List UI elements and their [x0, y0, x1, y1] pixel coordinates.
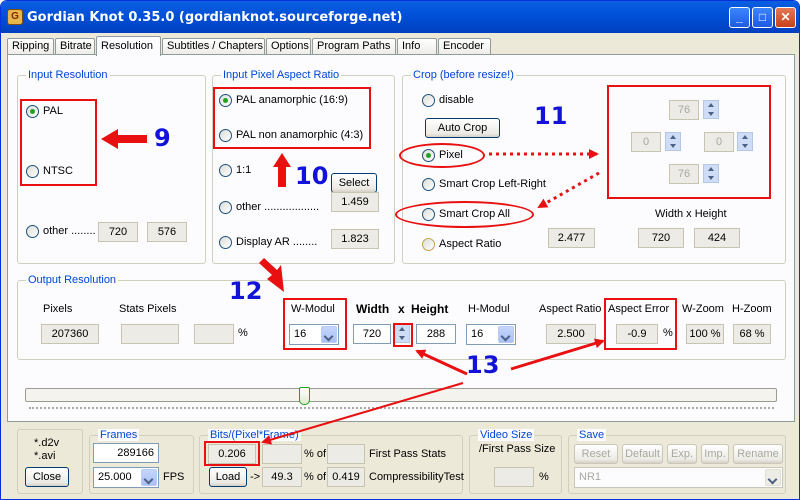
annotation-13: 13: [466, 351, 500, 379]
arrow-to-w-modul: [259, 258, 284, 292]
arrow-to-pixel-aspect: [273, 153, 291, 187]
arrow-13-to-spinner: [415, 349, 468, 376]
arrow-13-to-bpp: [261, 382, 464, 445]
tab-resolution[interactable]: Resolution: [96, 36, 161, 56]
annotation-arrows: [101, 129, 605, 445]
arrow-crop-to-smart-all: [537, 171, 600, 209]
annotation-10: 10: [295, 162, 329, 190]
arrow-13-to-aspect-error: [510, 338, 605, 371]
main-window: G Gordian Knot 0.35.0 (gordianknot.sourc…: [0, 0, 800, 500]
annotation-11: 11: [534, 102, 568, 130]
arrow-to-input-resolution: [101, 129, 147, 149]
annotation-12: 12: [229, 277, 263, 305]
annotation-9: 9: [154, 124, 171, 152]
